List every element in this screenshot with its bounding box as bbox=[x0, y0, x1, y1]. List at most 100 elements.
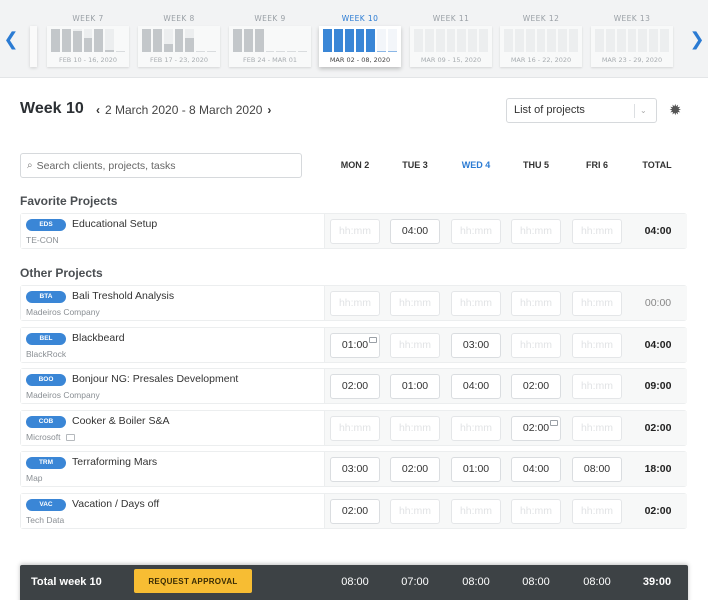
time-entry-value: 02:00 bbox=[341, 380, 369, 392]
day-bar bbox=[323, 29, 332, 52]
project-info[interactable]: TRM Terraforming Mars Map bbox=[21, 452, 324, 486]
time-entry-placeholder: hh:mm bbox=[398, 338, 432, 351]
day-bar bbox=[424, 29, 434, 52]
time-entry-input[interactable]: hh:mm bbox=[390, 498, 440, 524]
day-total-tue: 07:00 bbox=[401, 576, 429, 588]
time-entry-input[interactable]: 01:00 bbox=[390, 374, 440, 399]
client-name: Tech Data bbox=[26, 515, 64, 525]
week-card[interactable]: FEB 17 - 23, 2020 bbox=[138, 26, 220, 67]
day-bar-fill bbox=[94, 29, 104, 52]
day-bar-fill bbox=[61, 29, 71, 52]
search-input[interactable] bbox=[36, 159, 287, 172]
project-info[interactable]: COB Cooker & Boiler S&A Microsoft bbox=[21, 410, 324, 445]
time-entry-input[interactable]: 04:00 bbox=[390, 219, 440, 244]
time-entry-input[interactable]: hh:mm bbox=[572, 374, 622, 399]
time-entry-input[interactable]: hh:mm bbox=[511, 291, 561, 316]
time-entry-input[interactable]: 02:00 bbox=[330, 374, 380, 399]
time-entries: hh:mm hh:mm hh:mm 02:00 hh:mm 02:00 bbox=[324, 410, 687, 445]
time-entry-placeholder: hh:mm bbox=[580, 338, 614, 351]
comment-icon[interactable] bbox=[550, 419, 558, 426]
week-card[interactable]: FEB 10 - 16, 2020 bbox=[47, 26, 129, 67]
week-card[interactable]: MAR 16 - 22, 2020 bbox=[500, 26, 582, 67]
time-entry-input[interactable]: hh:mm bbox=[390, 291, 440, 316]
day-total-wed: 08:00 bbox=[462, 576, 490, 588]
day-bar bbox=[265, 29, 275, 52]
project-info[interactable]: EDS Educational Setup TE-CON bbox=[21, 214, 324, 248]
project-name: Cooker & Boiler S&A bbox=[72, 414, 170, 427]
column-header-day: MON 2 bbox=[340, 160, 370, 170]
request-approval-button[interactable]: REQUEST APPROVAL bbox=[134, 569, 252, 593]
client-name-text: Map bbox=[26, 473, 43, 483]
day-bar bbox=[514, 29, 524, 52]
chevron-right-icon[interactable]: ❯ bbox=[687, 28, 707, 52]
week-card-item[interactable]: WEEK 9 FEB 24 - MAR 01 bbox=[229, 13, 311, 67]
time-entry-input[interactable]: 03:00 bbox=[451, 332, 501, 358]
week-card[interactable]: MAR 02 - 08, 2020 bbox=[319, 26, 401, 67]
prev-week-icon[interactable]: ‹ bbox=[96, 103, 100, 117]
week-day-bars bbox=[323, 29, 398, 52]
time-entry-input[interactable]: hh:mm bbox=[330, 291, 380, 316]
view-select[interactable]: List of projects ⌄ bbox=[506, 98, 657, 123]
time-entry-input[interactable]: 02:00 bbox=[390, 457, 440, 482]
time-entry-input[interactable]: 02:00 bbox=[511, 374, 561, 399]
time-entry-input[interactable]: hh:mm bbox=[572, 498, 622, 524]
time-entry-input[interactable]: hh:mm bbox=[451, 415, 501, 441]
time-entry-input[interactable]: 04:00 bbox=[451, 374, 501, 399]
time-entry-input[interactable]: hh:mm bbox=[572, 332, 622, 358]
next-week-icon[interactable]: › bbox=[267, 103, 271, 117]
search-field[interactable]: ⌕ bbox=[20, 153, 302, 178]
day-bar-fill bbox=[233, 29, 242, 52]
week-card-item[interactable]: WEEK 10 MAR 02 - 08, 2020 bbox=[319, 13, 401, 67]
day-bar-fill bbox=[152, 29, 162, 52]
time-entry-input[interactable]: hh:mm bbox=[390, 332, 440, 358]
day-bar-fill bbox=[51, 29, 60, 52]
comment-icon[interactable] bbox=[369, 336, 377, 343]
time-entry-input[interactable]: hh:mm bbox=[330, 219, 380, 244]
week-card[interactable]: MAR 23 - 29, 2020 bbox=[591, 26, 673, 67]
chevron-left-icon[interactable]: ❮ bbox=[1, 28, 21, 52]
page-title: Week 10 bbox=[20, 100, 84, 117]
row-total: 18:00 bbox=[644, 463, 672, 475]
time-entry-input[interactable]: hh:mm bbox=[511, 219, 561, 244]
week-card-item[interactable]: WEEK 12 MAR 16 - 22, 2020 bbox=[500, 13, 582, 67]
day-bar-fill bbox=[72, 31, 82, 52]
time-entry-input[interactable]: 01:00 bbox=[330, 332, 380, 358]
time-entry-input[interactable]: 02:00 bbox=[511, 415, 561, 441]
week-card[interactable]: FEB 24 - MAR 01 bbox=[229, 26, 311, 67]
week-card[interactable]: MAR 09 - 15, 2020 bbox=[410, 26, 492, 67]
time-entry-input[interactable]: hh:mm bbox=[451, 291, 501, 316]
time-entry-placeholder: hh:mm bbox=[459, 504, 493, 517]
gear-icon[interactable]: ✹ bbox=[669, 101, 682, 119]
time-entry-input[interactable]: hh:mm bbox=[572, 291, 622, 316]
time-entry-input[interactable]: hh:mm bbox=[451, 498, 501, 524]
client-name-text: Tech Data bbox=[26, 514, 65, 525]
project-info[interactable]: BTA Bali Treshold Analysis Madeiros Compan… bbox=[21, 286, 324, 320]
time-entry-input[interactable]: hh:mm bbox=[572, 219, 622, 244]
time-entry-value: 01:00 bbox=[341, 338, 369, 351]
project-info[interactable]: BOO Bonjour NG: Presales Development Madei… bbox=[21, 369, 324, 403]
day-bar bbox=[61, 29, 71, 52]
time-entry-input[interactable]: 01:00 bbox=[451, 457, 501, 482]
time-entry-input[interactable]: hh:mm bbox=[511, 332, 561, 358]
time-entry-input[interactable]: hh:mm bbox=[451, 219, 501, 244]
time-entry-input[interactable]: 02:00 bbox=[330, 498, 380, 524]
project-info[interactable]: BEL Blackbeard BlackRock bbox=[21, 327, 324, 362]
week-card-item[interactable]: WEEK 8 FEB 17 - 23, 2020 bbox=[138, 13, 220, 67]
week-card-item[interactable]: WEEK 13 MAR 23 - 29, 2020 bbox=[591, 13, 673, 67]
time-entry-input[interactable]: hh:mm bbox=[572, 415, 622, 441]
week-card-item[interactable]: WEEK 11 MAR 09 - 15, 2020 bbox=[410, 13, 492, 67]
time-entry-input[interactable]: 04:00 bbox=[511, 457, 561, 482]
time-entry-placeholder: hh:mm bbox=[459, 421, 493, 434]
week-card-partial[interactable] bbox=[30, 26, 37, 67]
project-info[interactable]: VAC Vacation / Days off Tech Data bbox=[21, 493, 324, 528]
time-entry-input[interactable]: hh:mm bbox=[390, 415, 440, 441]
time-entry-input[interactable]: hh:mm bbox=[330, 415, 380, 441]
week-card-item[interactable]: WEEK 7 FEB 10 - 16, 2020 bbox=[47, 13, 129, 67]
time-entry-input[interactable]: 08:00 bbox=[572, 457, 622, 482]
day-bar-fill bbox=[323, 29, 332, 52]
comment-icon[interactable] bbox=[66, 433, 76, 441]
time-entry-input[interactable]: 03:00 bbox=[330, 457, 380, 482]
time-entry-input[interactable]: hh:mm bbox=[511, 498, 561, 524]
section-title-others: Other Projects bbox=[20, 266, 103, 280]
row-total: 09:00 bbox=[644, 380, 672, 392]
